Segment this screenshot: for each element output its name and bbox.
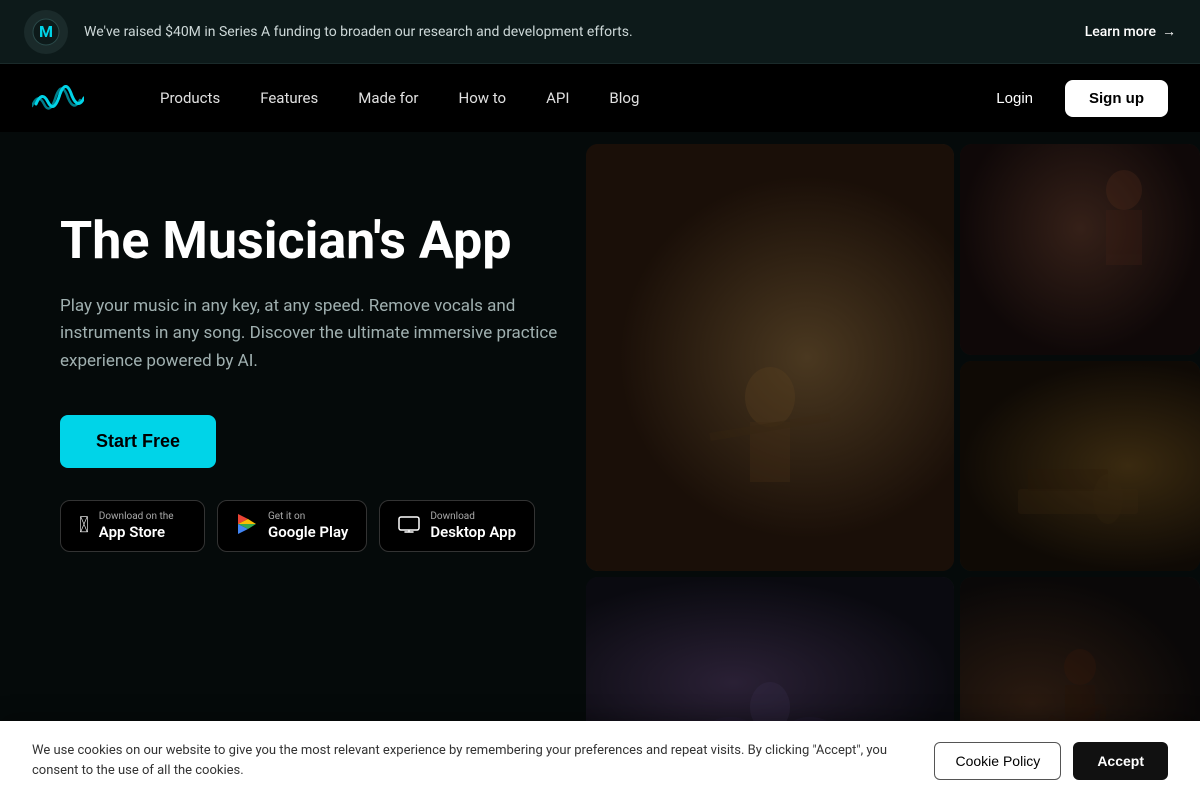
nav-products[interactable]: Products — [144, 81, 236, 115]
app-store-text: Download on the App Store — [99, 511, 174, 541]
hero-content: The Musician's App Play your music in an… — [0, 132, 600, 800]
nav-api[interactable]: API — [530, 81, 585, 115]
app-store-button[interactable]:  Download on the App Store — [60, 500, 205, 552]
hero-subtitle: Play your music in any key, at any speed… — [60, 293, 560, 375]
google-play-button[interactable]: Get it on Google Play — [217, 500, 367, 552]
learn-more-link[interactable]: Learn more → — [1085, 23, 1176, 40]
nav-links: Products Features Made for How to API Bl… — [144, 81, 980, 115]
nav-logo[interactable] — [32, 82, 84, 114]
google-play-name: Google Play — [268, 523, 348, 541]
nav-made-for[interactable]: Made for — [342, 81, 434, 115]
hero-section: The Musician's App Play your music in an… — [0, 132, 1200, 800]
cookie-bar: We use cookies on our website to give yo… — [0, 721, 1200, 800]
desktop-app-button[interactable]: Download Desktop App — [379, 500, 535, 552]
arrow-right-icon: → — [1162, 23, 1176, 40]
google-play-label: Get it on — [268, 511, 348, 523]
image-producer — [960, 361, 1200, 572]
download-buttons:  Download on the App Store — [60, 500, 560, 552]
google-play-text: Get it on Google Play — [268, 511, 348, 541]
hero-title: The Musician's App — [60, 212, 560, 269]
accept-button[interactable]: Accept — [1073, 742, 1168, 780]
desktop-app-name: Desktop App — [430, 523, 516, 541]
announcement-left: M We've raised $40M in Series A funding … — [24, 10, 633, 54]
app-store-label: Download on the — [99, 511, 174, 523]
nav-blog[interactable]: Blog — [593, 81, 655, 115]
google-play-icon — [236, 513, 258, 539]
apple-icon:  — [79, 515, 89, 537]
nav-features[interactable]: Features — [244, 81, 334, 115]
cookie-text: We use cookies on our website to give yo… — [32, 741, 892, 780]
learn-more-label: Learn more — [1085, 24, 1156, 40]
announcement-text: We've raised $40M in Series A funding to… — [84, 24, 633, 40]
desktop-app-label: Download — [430, 511, 516, 523]
nav-actions: Login Sign up — [980, 80, 1168, 117]
cookie-actions: Cookie Policy Accept — [934, 742, 1168, 780]
signup-button[interactable]: Sign up — [1065, 80, 1168, 117]
nav-how-to[interactable]: How to — [443, 81, 523, 115]
image-guitarist — [586, 144, 954, 571]
start-free-button[interactable]: Start Free — [60, 415, 216, 468]
svg-text:M: M — [39, 22, 53, 41]
desktop-app-text: Download Desktop App — [430, 511, 516, 541]
hero-image-grid — [580, 132, 1200, 800]
logo-small: M — [24, 10, 68, 54]
image-singer — [960, 144, 1200, 355]
app-store-name: App Store — [99, 523, 174, 541]
login-button[interactable]: Login — [980, 82, 1049, 115]
navbar: Products Features Made for How to API Bl… — [0, 64, 1200, 132]
desktop-icon — [398, 514, 420, 538]
cookie-policy-button[interactable]: Cookie Policy — [934, 742, 1061, 780]
announcement-bar: M We've raised $40M in Series A funding … — [0, 0, 1200, 64]
